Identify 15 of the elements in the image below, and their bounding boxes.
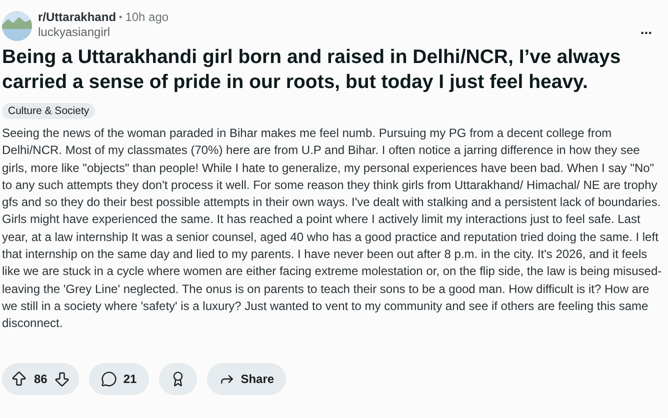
share-button[interactable]: Share [206,362,286,395]
speech-bubble-icon [101,370,118,387]
flair-tag[interactable]: Culture & Society [2,103,96,119]
post-body: Seeing the news of the woman paraded in Bihar makes me feel numb. Pursuing my PG from a decent college from Delhi/NCR. Most of my classmates (70%) here are from U.P and Bihar. I often notice a jarring difference in how they see girls, more like "objects" than people! While I hate to generalize, my personal experiences have been bad. When I say "No" to any such attempts they don't process it well. For some reason they think girls from Uttarakhand/ Himachal/ NE are trophy gfs and so they do their best possible attempts in their own ways. I've dealt with stalking and a persistent lack of boundaries. Girls might have experienced the same. It has reached a point where I actively limit my interactions just to feel safe. Last year, at a law internship It was a senior counsel, aged 40 who has a good practice and reputation tried doing the same. I left that internship on the same day and lied to my parents. I have never been out after 8 p.m. in the city. It's 2026, and it feels like we are stuck in a cycle where women are either facing extreme molestation or, on the flip side, the law is being misused- leaving the 'Grey Line' neglected. The onus is on parents to teach their sons to be a good man. How difficult is it? How are we still in a society where 'safety' is a luxury? Just wanted to vent to my community and see if others are feeling this same disconnect. [2,125,663,332]
vote-count: 86 [34,370,48,388]
comments-button[interactable]: 21 [89,362,149,395]
author-link[interactable]: luckyasiangirl [38,25,169,40]
post-title: Being a Uttarakhandi girl born and raised in Delhi/NCR, I’ve always carried a sense of pride in our roots, but today I just feel heavy. [2,45,622,95]
separator-dot: • [119,11,122,24]
more-options-button[interactable]: ... [640,22,652,36]
award-button[interactable] [158,362,197,395]
upvote-icon[interactable] [10,370,28,388]
downvote-icon[interactable] [53,370,72,388]
subreddit-link[interactable]: r/Uttarakhand [38,10,116,25]
post-time: 10h ago [125,10,169,25]
